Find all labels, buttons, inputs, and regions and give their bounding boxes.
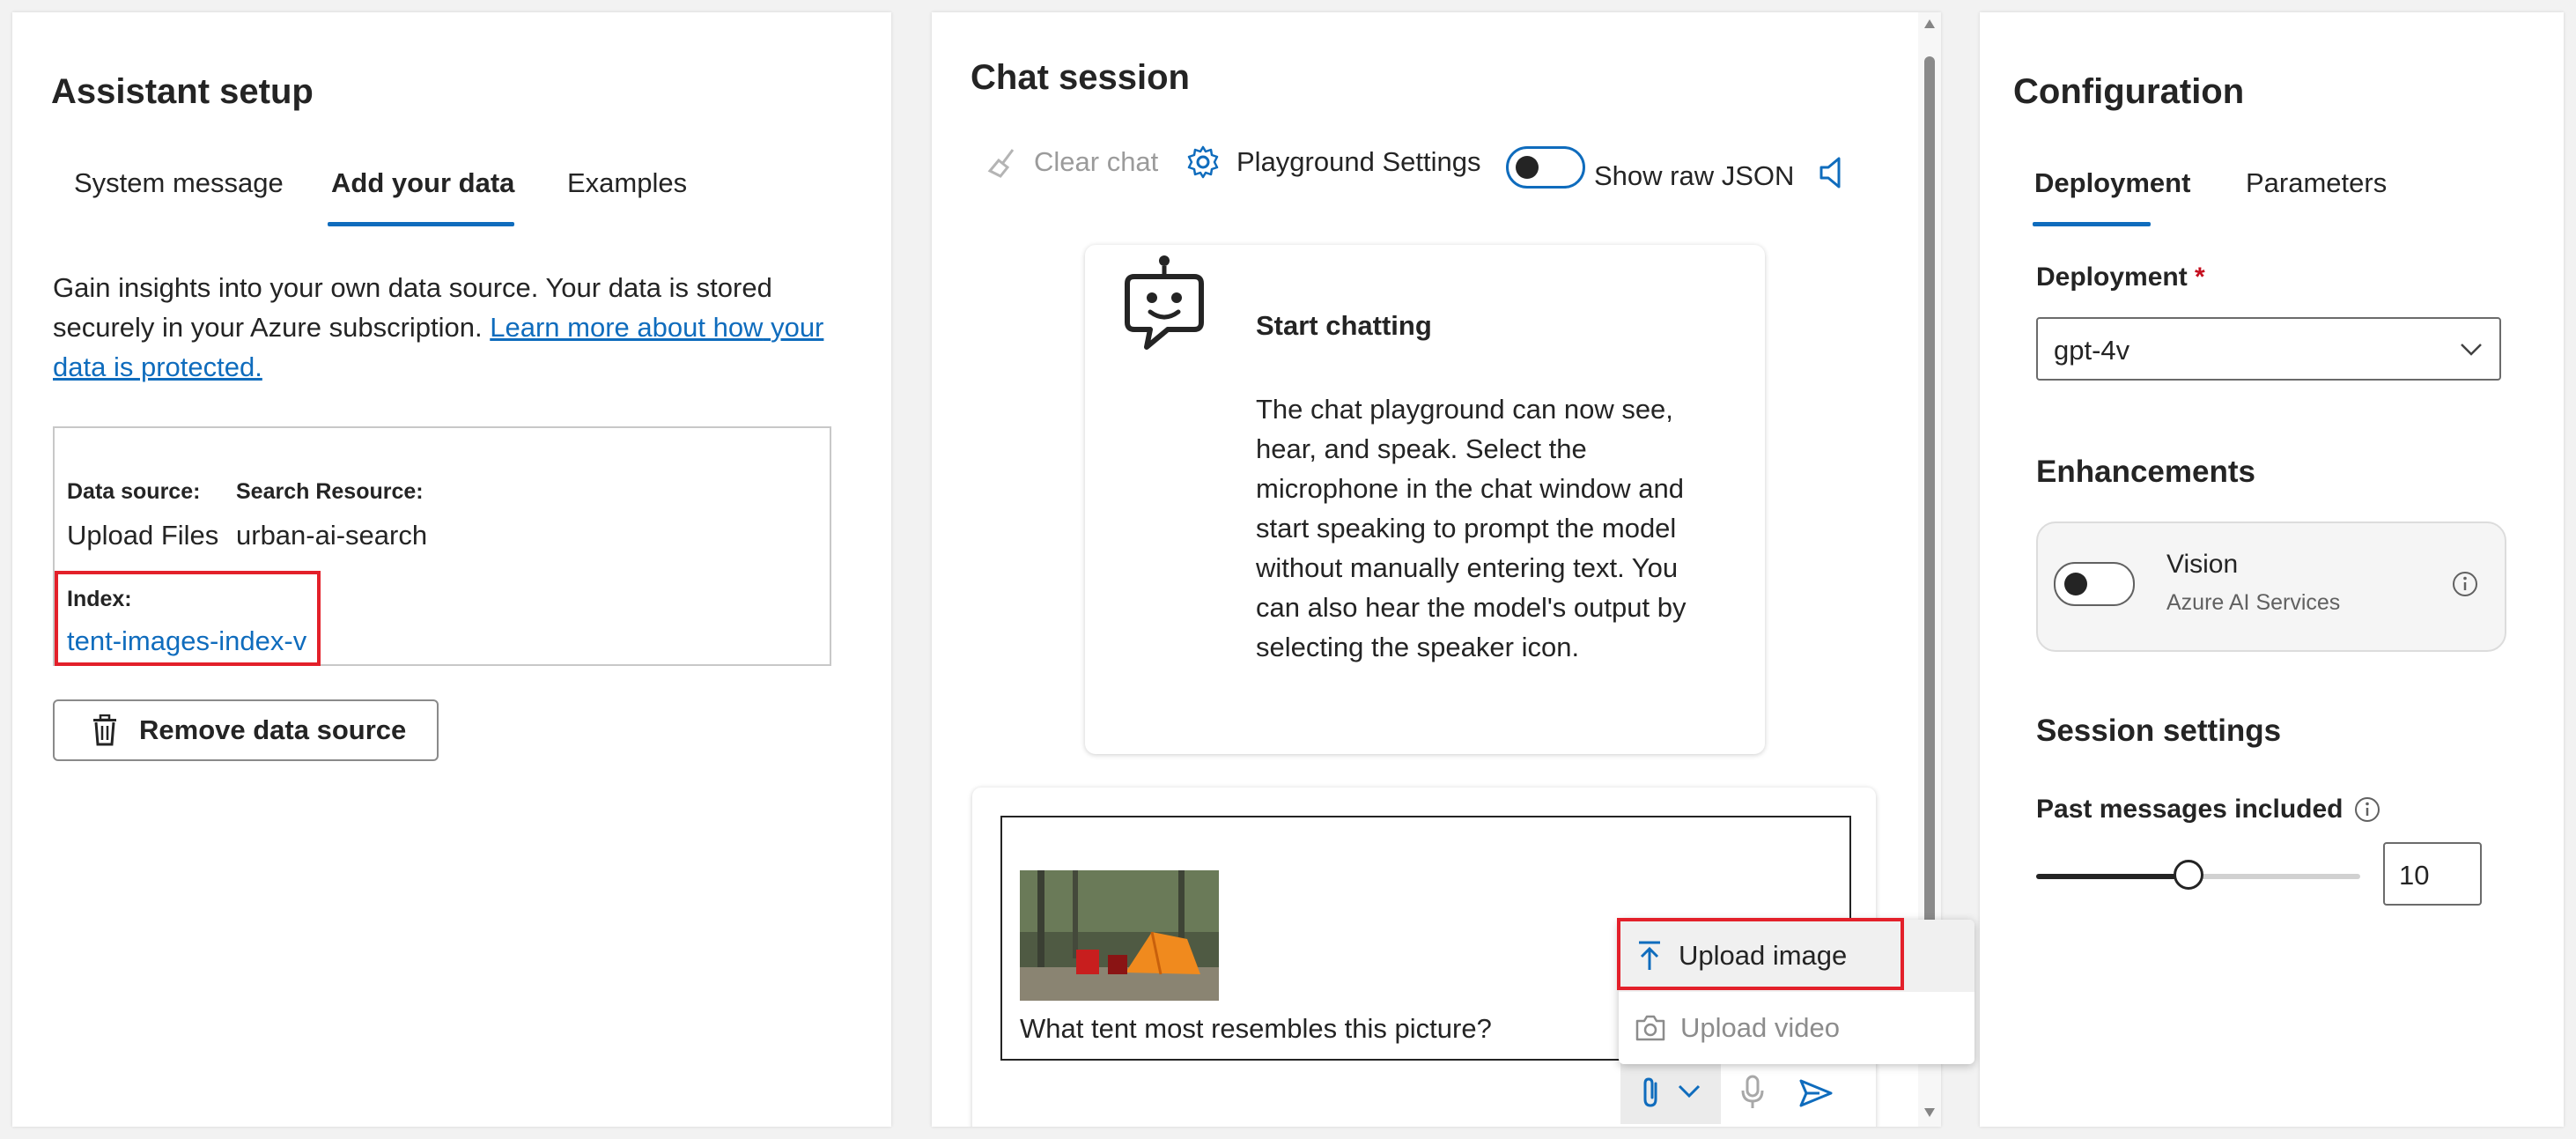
vision-sublabel: Azure AI Services [2166,590,2341,615]
tab-parameters[interactable]: Parameters [2246,167,2387,199]
configuration-panel: Configuration Deployment Parameters Depl… [1980,12,2564,1127]
chat-session-title: Chat session [971,58,1190,97]
trash-icon [93,714,116,746]
data-source-value: Upload Files [67,520,219,551]
show-raw-json-label: Show raw JSON [1594,160,1795,191]
speaker-icon[interactable] [1818,155,1848,190]
active-tab-indicator [2033,222,2151,226]
toggle-knob [1516,156,1539,179]
past-messages-slider[interactable] [2036,858,2360,893]
toggle-knob [2064,573,2087,595]
upload-video-label: Upload video [1680,1012,1840,1043]
clear-chat-button[interactable]: Clear chat [986,144,1158,180]
remove-data-source-button[interactable]: Remove data source [53,699,439,761]
remove-button-label: Remove data source [139,714,407,745]
broom-icon [987,149,1015,178]
deployment-select[interactable]: gpt-4v [2036,317,2501,381]
slider-thumb[interactable] [2174,860,2203,890]
start-chatting-body: The chat playground can now see, hear, a… [1256,394,1687,662]
send-icon[interactable] [1798,1078,1834,1108]
scroll-up-icon[interactable] [1923,18,1937,30]
info-icon[interactable] [2452,571,2478,597]
tab-system-message[interactable]: System message [74,167,284,199]
upload-video-menu-item[interactable]: Upload video [1619,992,1974,1064]
upload-image-highlight-box [1617,918,1904,990]
playground-settings-label: Playground Settings [1236,146,1481,177]
session-settings-title: Session settings [2036,714,2282,748]
search-resource-value: urban-ai-search [236,520,428,551]
tab-deployment[interactable]: Deployment [2034,167,2190,199]
assistant-setup-title: Assistant setup [51,72,314,111]
search-resource-label: Search Resource: [236,479,424,504]
vision-enhancement-card: Vision Azure AI Services [2036,521,2506,652]
vision-label: Vision [2166,550,2239,579]
gear-icon [1187,145,1219,179]
playground-settings-button[interactable]: Playground Settings [1185,144,1480,180]
data-description: Gain insights into your own data source.… [53,268,828,387]
camera-icon [1635,1015,1665,1041]
scrollbar-thumb[interactable] [1924,56,1935,973]
tent-image-thumbnail [1020,870,1219,1001]
active-tab-indicator [328,222,514,226]
index-highlight-box [55,571,321,666]
past-messages-value: 10 [2399,860,2430,891]
bot-icon [1125,255,1204,350]
vision-toggle[interactable] [2054,562,2135,606]
chevron-down-icon[interactable] [1677,1084,1701,1099]
tab-examples[interactable]: Examples [567,167,687,199]
show-raw-json-toggle[interactable] [1506,146,1585,189]
deployment-value: gpt-4v [2054,335,2130,366]
microphone-icon[interactable] [1740,1075,1765,1110]
deployment-label: Deployment * [2036,263,2205,292]
assistant-setup-panel: Assistant setup System message Add your … [12,12,891,1127]
past-messages-label: Past messages included [2036,795,2380,825]
tab-add-your-data[interactable]: Add your data [331,167,514,199]
past-messages-input[interactable]: 10 [2383,842,2482,906]
start-chatting-title: Start chatting [1256,310,1432,341]
scroll-down-icon[interactable] [1923,1106,1937,1119]
enhancements-title: Enhancements [2036,455,2255,489]
chat-input-text: What tent most resembles this picture? [1020,1013,1492,1044]
start-chatting-card: Start chatting The chat playground can n… [1085,245,1765,754]
info-icon[interactable] [2354,796,2380,823]
paperclip-icon[interactable] [1640,1076,1661,1108]
configuration-title: Configuration [2013,72,2245,111]
chevron-down-icon [2461,344,2482,356]
required-marker: * [2195,263,2205,292]
clear-chat-label: Clear chat [1034,146,1159,177]
slider-fill [2036,874,2188,879]
data-source-label: Data source: [67,479,201,504]
attach-button-group[interactable] [1620,1059,1721,1124]
